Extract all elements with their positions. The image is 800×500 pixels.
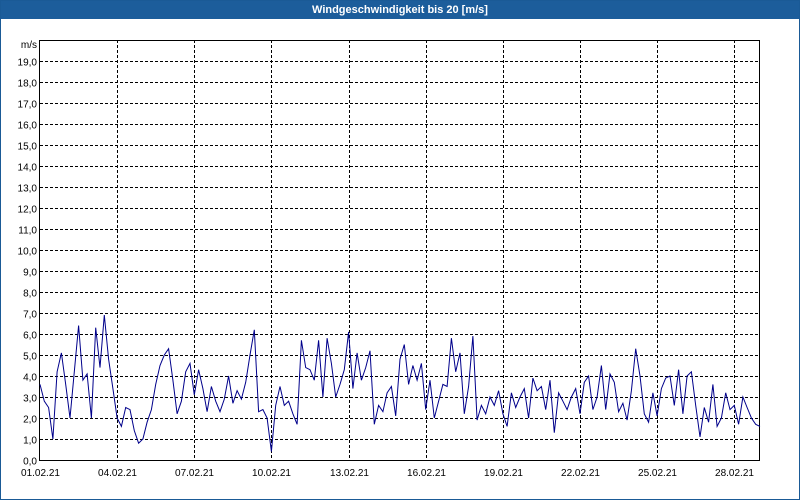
y-tick-label: 11,0	[18, 226, 37, 237]
y-tick-label: 16,0	[18, 121, 38, 132]
chart-canvas: m/s 0,0 1,0 2,0 3,0 4,0 5,0 6,0 7,0 8,0 9,0 10,0 11…	[18, 40, 761, 479]
x-tick-label: 22.02.21	[561, 468, 600, 479]
y-tick-label: 3,0	[23, 394, 37, 405]
x-tick-label: 01.02.21	[21, 468, 60, 479]
y-tick-label: 14,0	[18, 163, 38, 174]
y-tick-label: 4,0	[23, 373, 37, 384]
y-tick-label: 15,0	[18, 142, 38, 153]
x-tick-label: 13.02.21	[330, 468, 369, 479]
y-tick-label: 0,0	[23, 457, 37, 468]
x-tick-label: 16.02.21	[407, 468, 446, 479]
y-tick-label: 18,0	[18, 79, 38, 90]
wind-speed-series-line	[39, 315, 761, 452]
x-tick-label: 28.02.21	[715, 468, 754, 479]
y-tick-labels: 0,0 1,0 2,0 3,0 4,0 5,0 6,0 7,0 8,0 9,0 10,0 11,0 12…	[18, 58, 38, 468]
y-tick-label: 1,0	[23, 436, 37, 447]
y-tick-label: 12,0	[18, 205, 38, 216]
y-tick-label: 7,0	[23, 310, 37, 321]
x-tick-label: 10.02.21	[252, 468, 291, 479]
y-tick-label: 8,0	[23, 289, 37, 300]
x-tick-label: 19.02.21	[484, 468, 523, 479]
x-tick-label: 07.02.21	[175, 468, 214, 479]
y-tick-label: 19,0	[18, 58, 38, 69]
y-tick-label: 13,0	[18, 184, 38, 195]
y-tick-label: 17,0	[18, 100, 38, 111]
y-tick-label: 2,0	[23, 415, 37, 426]
y-tick-label: 10,0	[18, 247, 38, 258]
x-tick-labels: 01.02.21 04.02.21 07.02.21 10.02.21 13.02.21…	[21, 468, 754, 479]
y-axis-unit-label: m/s	[21, 40, 37, 51]
x-tick-label: 25.02.21	[638, 468, 677, 479]
y-tick-label: 6,0	[23, 331, 37, 342]
x-tick-label: 04.02.21	[98, 468, 137, 479]
y-tick-label: 9,0	[23, 268, 37, 279]
y-tick-label: 5,0	[23, 352, 37, 363]
